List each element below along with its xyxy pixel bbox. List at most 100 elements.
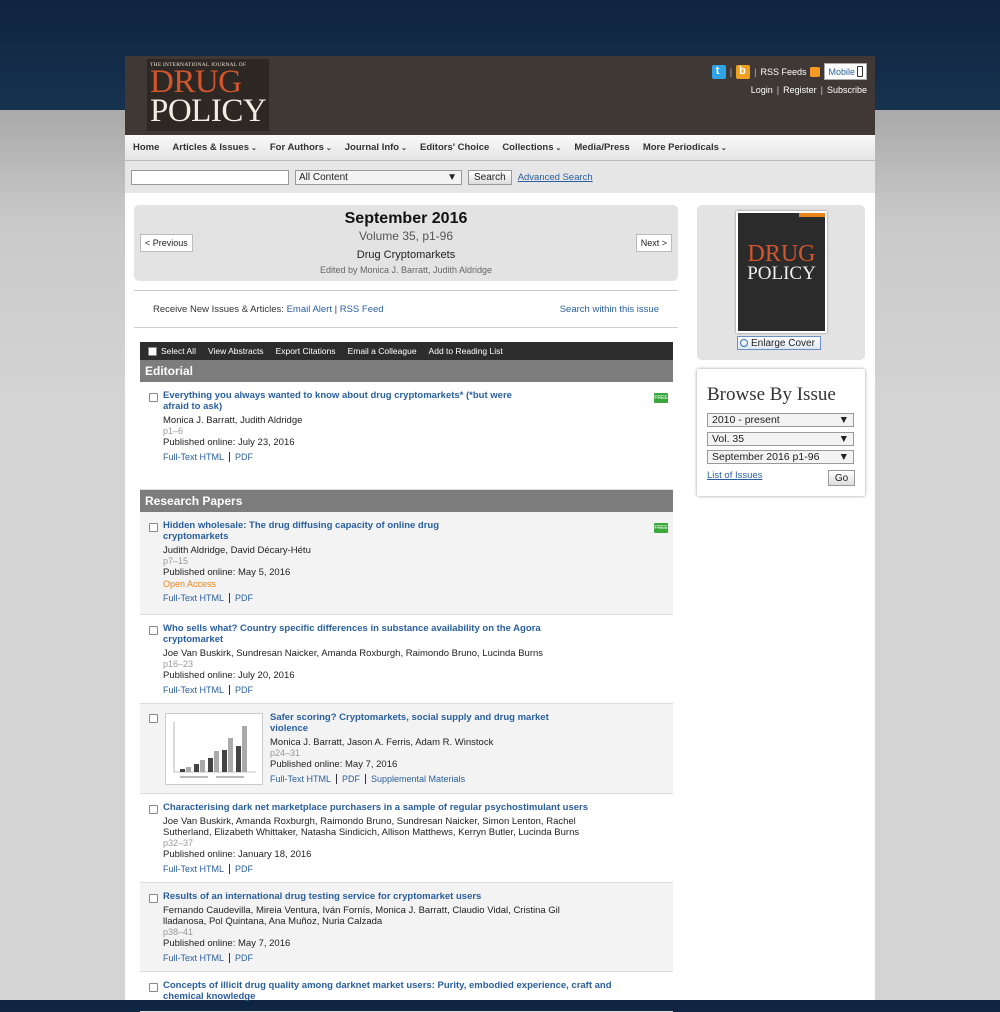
full-text-link[interactable]: Full-Text HTML [163,593,224,603]
article-checkbox[interactable] [149,714,158,723]
view-abstracts-link[interactable]: View Abstracts [208,346,264,356]
cover-title-drug: DRUG [747,241,816,267]
article-figure-thumbnail[interactable] [165,713,263,785]
article-authors: Joe Van Buskirk, Sundresan Naicker, Aman… [163,648,544,659]
journal-logo[interactable]: THE INTERNATIONAL JOURNAL OF DRUG POLICY [147,59,269,131]
article-checkbox[interactable] [149,894,158,903]
full-text-link[interactable]: Full-Text HTML [163,452,224,462]
nav-more-periodicals[interactable]: More Periodicals ⌄ [643,142,727,153]
cover-panel: DRUG POLICY Enlarge Cover [697,205,865,360]
enlarge-cover-button[interactable]: Enlarge Cover [737,336,821,350]
full-text-link[interactable]: Full-Text HTML [163,953,224,963]
separator: | [729,66,733,77]
nav-journal-info[interactable]: Journal Info ⌄ [345,142,407,153]
article-authors: Fernando Caudevilla, Mireia Ventura, Ivá… [163,905,560,927]
article-checkbox[interactable] [149,523,158,532]
export-citations-link[interactable]: Export Citations [276,346,336,356]
login-link[interactable]: Login [751,85,773,95]
nav-for-authors[interactable]: For Authors ⌄ [270,142,332,153]
article-title[interactable]: Hidden wholesale: The drug diffusing cap… [163,520,453,542]
search-input[interactable] [131,169,289,185]
nav-collections[interactable]: Collections ⌄ [502,142,561,153]
section-research-papers: Research Papers [140,490,673,512]
full-text-link[interactable]: Full-Text HTML [163,685,224,695]
main-content: September 2016 Volume 35, p1-96 Drug Cry… [134,205,678,1012]
twitter-icon[interactable] [711,64,726,79]
email-alert-link[interactable]: Email Alert [287,304,332,315]
receive-alerts-bar: Receive New Issues & Articles: Email Ale… [134,290,678,328]
article-checkbox[interactable] [149,393,158,402]
pdf-link[interactable]: PDF [342,774,360,784]
article-pages: p7–15 [163,556,189,566]
pdf-link[interactable]: PDF [235,685,253,695]
supplemental-materials-link[interactable]: Supplemental Materials [371,774,465,784]
list-of-issues-link[interactable]: List of Issues [707,470,762,481]
nav-editors-choice[interactable]: Editors' Choice [420,142,489,153]
article-date: Published online: July 23, 2016 [163,437,295,448]
article-title[interactable]: Concepts of illicit drug quality among d… [163,980,613,1002]
blogger-icon[interactable] [736,64,751,79]
article-item: FREE Hidden wholesale: The drug diffusin… [140,512,673,615]
magnifier-icon [740,339,748,347]
article-pages: p1–6 [163,426,184,436]
volume-select[interactable]: Vol. 35 ▼ [707,432,854,446]
register-link[interactable]: Register [783,85,817,95]
search-button[interactable]: Search [468,169,512,185]
pdf-link[interactable]: PDF [235,864,253,874]
phone-icon [857,66,863,77]
account-links: Login | Register | Subscribe [750,85,867,95]
nav-media-press[interactable]: Media/Press [574,142,629,153]
issue-editors: Edited by Monica J. Barratt, Judith Aldr… [319,265,493,275]
select-all[interactable]: Select All [148,346,196,357]
article-checkbox[interactable] [149,626,158,635]
nav-home[interactable]: Home [133,142,159,153]
browse-by-issue-panel: Browse By Issue 2010 - present ▼ Vol. 35 ▼… [697,369,865,496]
rss-feeds-link[interactable]: RSS Feeds [760,67,806,77]
nav-articles-issues[interactable]: Articles & Issues ⌄ [172,142,256,153]
figure-thumbnail-graphic [173,722,256,778]
year-range-select[interactable]: 2010 - present ▼ [707,413,854,427]
article-title[interactable]: Everything you always wanted to know abo… [163,390,523,412]
article-pages: p16–23 [163,659,194,669]
mobile-button[interactable]: Mobile [824,63,867,80]
email-colleague-link[interactable]: Email a Colleague [348,346,417,356]
article-authors: Joe Van Buskirk, Amanda Roxburgh, Raimon… [163,816,580,838]
article-checkbox[interactable] [149,983,158,992]
article-title[interactable]: Who sells what? Country specific differe… [163,623,563,645]
rss-icon[interactable] [810,66,821,77]
article-item: Who sells what? Country specific differe… [140,615,673,704]
top-links: | | RSS Feeds Mobile [711,63,867,80]
pdf-link[interactable]: PDF [235,593,253,603]
article-checkbox[interactable] [149,805,158,814]
select-all-checkbox[interactable] [148,347,157,357]
article-title[interactable]: Results of an international drug testing… [163,891,573,902]
add-to-reading-list-link[interactable]: Add to Reading List [429,346,503,356]
article-title[interactable]: Safer scoring? Cryptomarkets, social sup… [270,712,560,734]
subscribe-link[interactable]: Subscribe [827,85,867,95]
cover-title-policy: POLICY [747,263,816,284]
next-issue-button[interactable]: Next > [635,234,672,252]
full-text-link[interactable]: Full-Text HTML [270,774,331,784]
full-text-link[interactable]: Full-Text HTML [163,864,224,874]
pdf-link[interactable]: PDF [235,953,253,963]
dropdown-arrow-icon: ▼ [838,433,849,445]
free-icon: FREE [654,523,668,533]
logo-policy: POLICY [150,93,267,129]
article-links: Full-Text HTML PDF [163,953,573,963]
pdf-link[interactable]: PDF [235,452,253,462]
go-button[interactable]: Go [828,470,855,486]
article-body: Characterising dark net marketplace purc… [163,802,593,874]
search-within-issue-link[interactable]: Search within this issue [560,304,659,315]
rss-feed-link[interactable]: RSS Feed [340,304,384,315]
search-scope-select[interactable]: All Content ▼ [295,169,462,185]
journal-cover-image[interactable]: DRUG POLICY [736,211,827,333]
article-authors: Monica J. Barratt, Jason A. Ferris, Adam… [270,737,494,748]
mobile-label: Mobile [828,66,855,77]
advanced-search-link[interactable]: Advanced Search [518,172,593,183]
article-title[interactable]: Characterising dark net marketplace purc… [163,802,593,813]
article-item: FREE Everything you always wanted to kno… [140,382,673,490]
previous-issue-button[interactable]: < Previous [140,234,193,252]
article-body: Hidden wholesale: The drug diffusing cap… [163,520,453,603]
issue-select[interactable]: September 2016 p1-96 ▼ [707,450,854,464]
receive-label-group: Receive New Issues & Articles: Email Ale… [153,303,384,315]
